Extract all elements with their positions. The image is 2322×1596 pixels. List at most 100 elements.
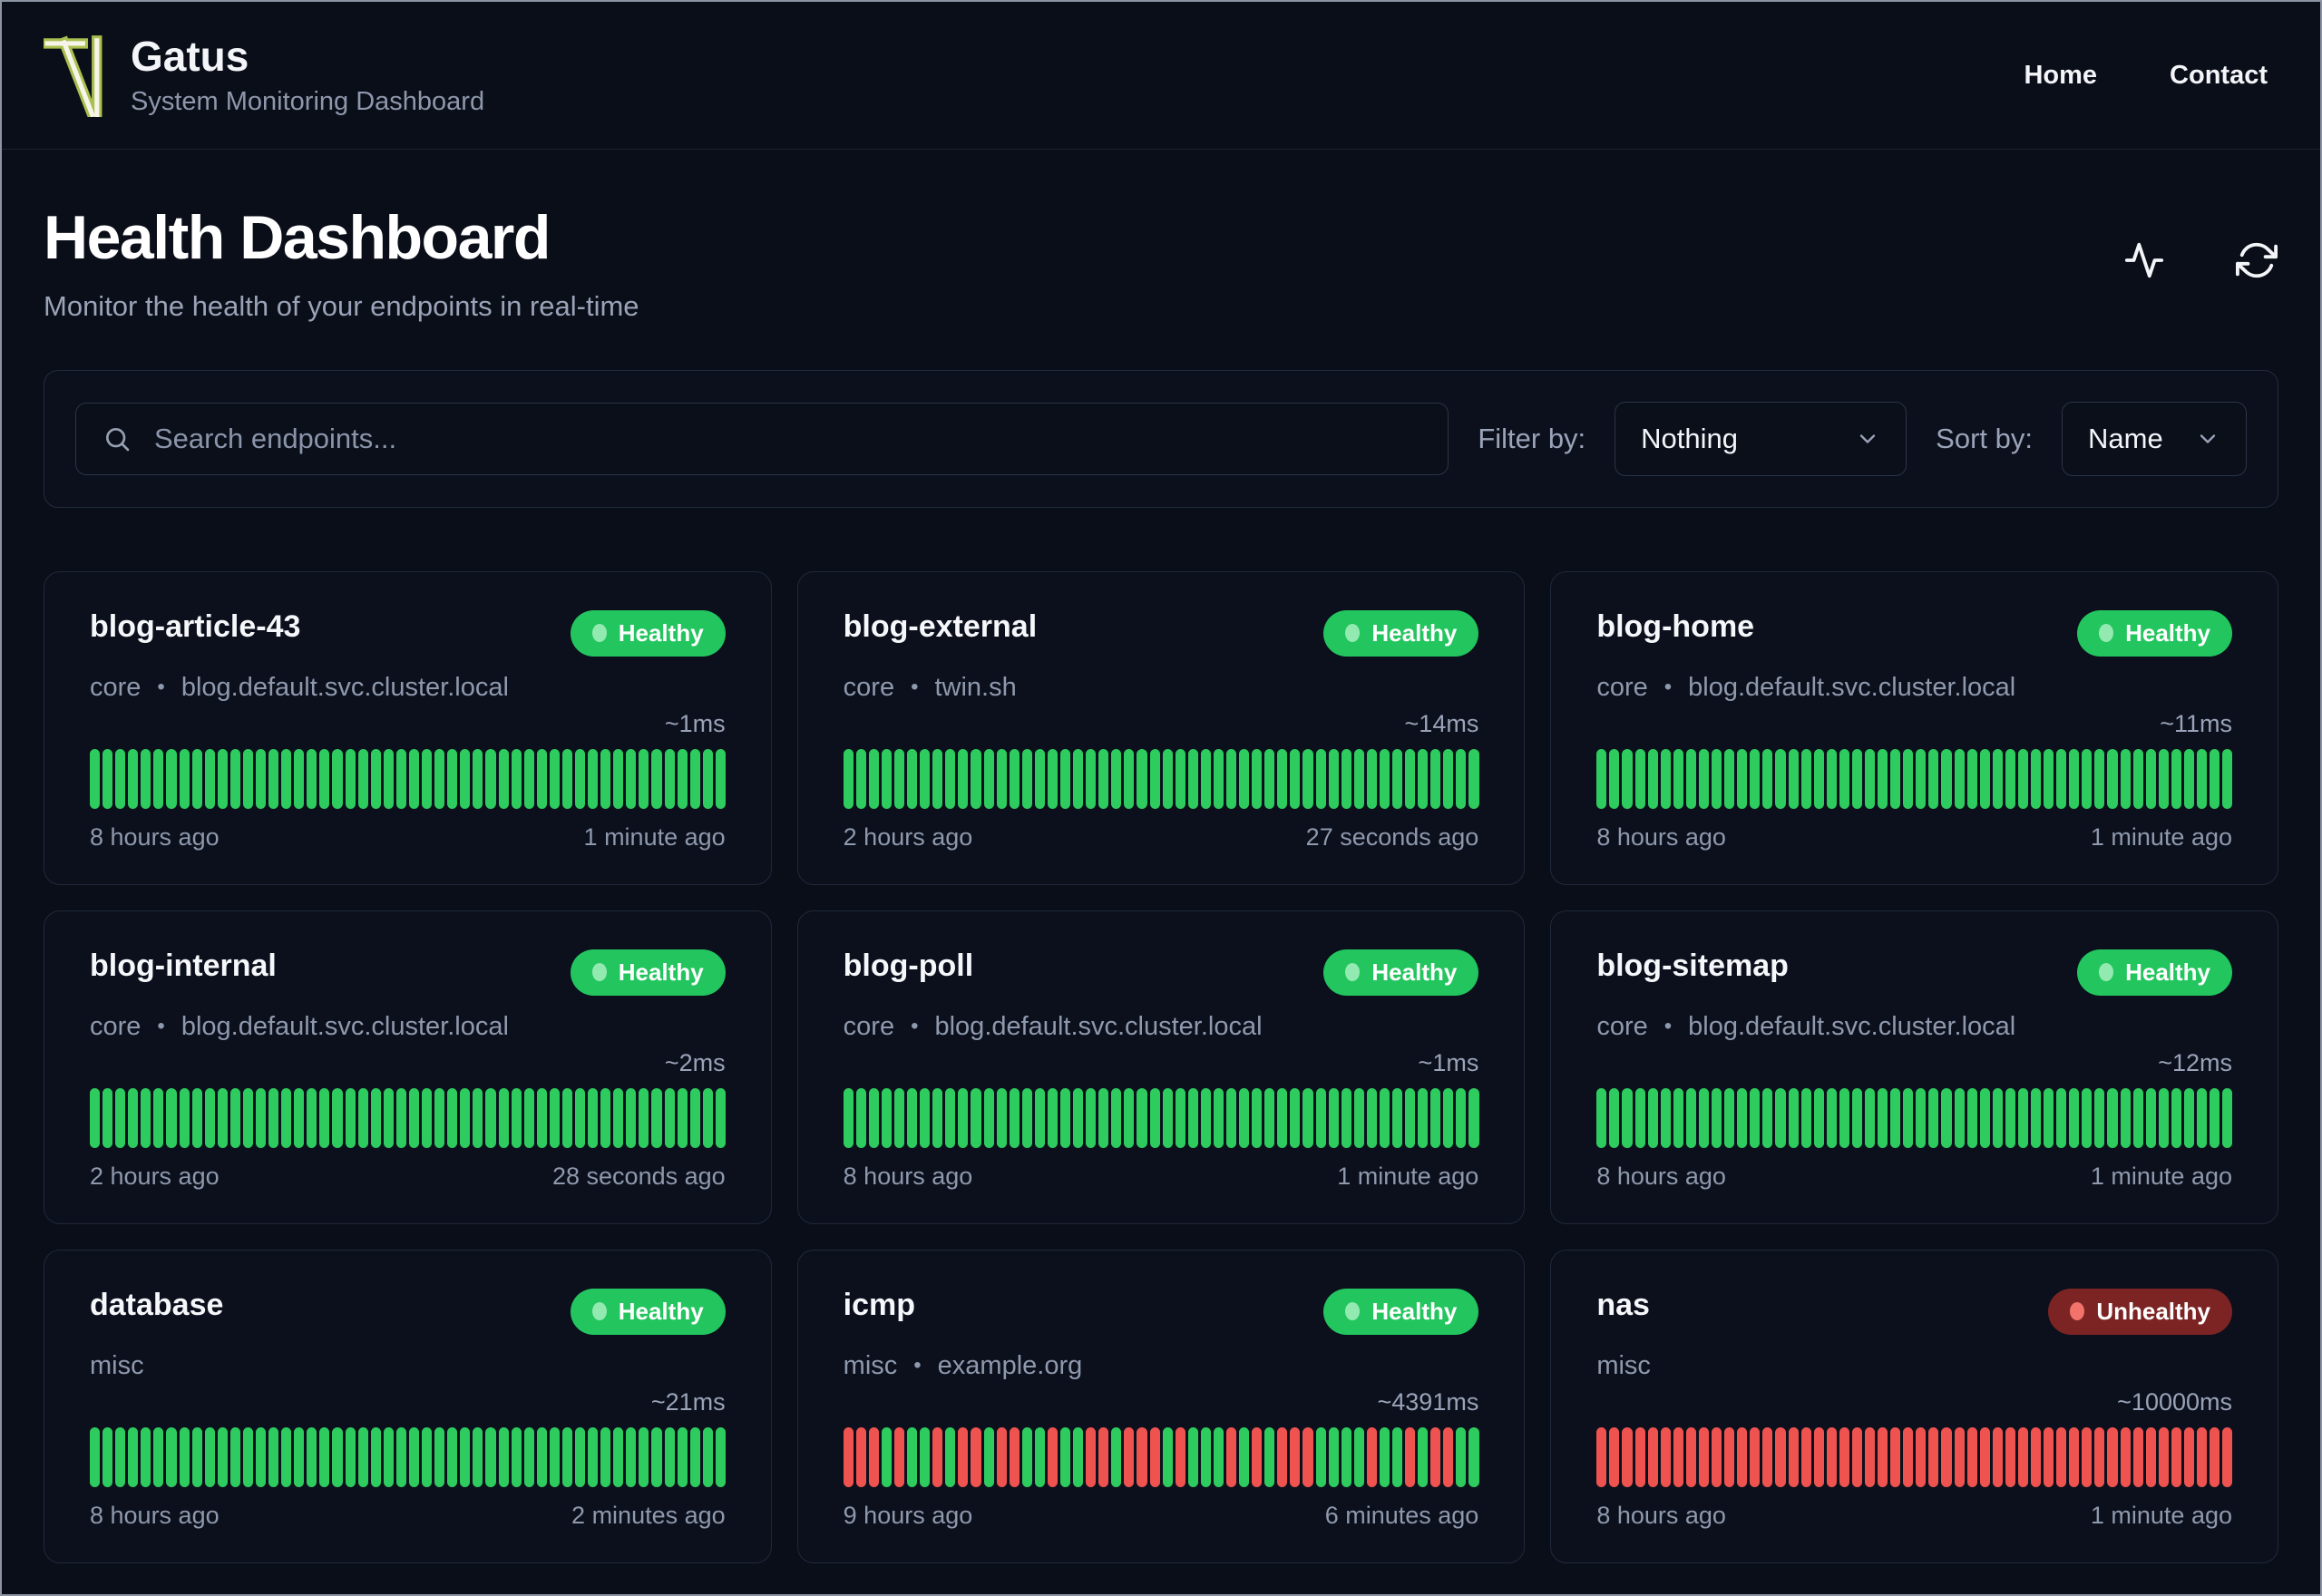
uptime-bar [434,748,445,809]
uptime-bar [2183,1426,2194,1487]
card-header: blog-external Healthy [844,609,1479,657]
uptime-bar [2069,1426,2080,1487]
uptime-bar [204,1087,215,1148]
uptime-bar [179,1087,190,1148]
uptime-bar [2183,748,2194,809]
uptime-bar [256,1087,267,1148]
uptime-bar [2222,1426,2233,1487]
uptime-bar [932,748,943,809]
oldest-timestamp: 8 hours ago [90,822,220,851]
uptime-bar [1277,1087,1288,1148]
uptime-bar [689,1087,700,1148]
endpoint-meta: core • blog.default.svc.cluster.local [844,1012,1479,1042]
uptime-bar [1341,1426,1351,1487]
endpoint-card[interactable]: blog-sitemap Healthy core • blog.default… [1550,910,2278,1224]
activity-button[interactable] [2122,238,2166,282]
oldest-timestamp: 8 hours ago [90,1501,220,1529]
uptime-bar [1954,748,1965,809]
uptime-bar [1290,748,1301,809]
uptime-bar [2094,1426,2105,1487]
uptime-bar [664,1426,675,1487]
uptime-bar [626,1426,637,1487]
uptime-bar [1252,748,1263,809]
uptime-bar [1073,1087,1084,1148]
uptime-bar [664,748,675,809]
uptime-bar [2210,1426,2220,1487]
uptime-bar [1200,1426,1211,1487]
uptime-bar [2044,748,2054,809]
uptime-bar [1685,748,1696,809]
uptime-bar [191,748,202,809]
endpoint-card[interactable]: blog-external Healthy core • twin.sh ~14… [796,570,1526,885]
uptime-bar [294,1426,305,1487]
uptime-bar [345,1087,356,1148]
activity-icon [2124,242,2164,278]
uptime-history-bars [90,1426,726,1487]
uptime-bar [1111,1087,1122,1148]
uptime-bar [1239,1087,1250,1148]
uptime-bar [332,1087,343,1148]
uptime-bar [677,748,688,809]
uptime-bar [2210,1087,2220,1148]
uptime-history-bars [90,1087,726,1148]
endpoint-card[interactable]: blog-home Healthy core • blog.default.sv… [1550,570,2278,885]
uptime-bar [958,1426,969,1487]
uptime-bar [256,1426,267,1487]
uptime-bar [2082,1426,2093,1487]
uptime-bar [881,1426,892,1487]
endpoint-meta: core • twin.sh [844,673,1479,703]
uptime-bar [2120,748,2131,809]
endpoint-card[interactable]: database Healthy misc ~21ms 8 hours ago … [44,1249,772,1563]
endpoint-card[interactable]: nas Unhealthy misc ~10000ms 8 hours ago … [1550,1249,2278,1563]
search-input[interactable] [75,402,1449,475]
uptime-bar [1175,748,1185,809]
uptime-bar [1379,748,1390,809]
uptime-bar [2094,748,2105,809]
endpoint-host: blog.default.svc.cluster.local [180,672,509,702]
uptime-bar [1290,1426,1301,1487]
endpoint-group: core [1596,672,1648,702]
endpoint-card[interactable]: blog-article-43 Healthy core • blog.defa… [44,570,772,885]
endpoint-meta: misc [1596,1351,2232,1381]
uptime-bar [357,748,368,809]
uptime-bar [256,748,267,809]
uptime-bar [1775,1087,1786,1148]
endpoint-card[interactable]: blog-internal Healthy core • blog.defaul… [44,910,772,1224]
uptime-bar [2030,1426,2042,1487]
uptime-bar [1826,1426,1837,1487]
nav-link-contact[interactable]: Contact [2170,61,2268,91]
uptime-bar [204,748,215,809]
uptime-bar [2107,1087,2118,1148]
uptime-bar [281,1087,292,1148]
uptime-bar [460,1426,471,1487]
uptime-bar [242,1426,254,1487]
uptime-bar [2056,1426,2067,1487]
nav-link-home[interactable]: Home [2024,61,2097,91]
uptime-bar [1187,1087,1198,1148]
refresh-button[interactable] [2235,238,2278,282]
uptime-bar [907,1087,918,1148]
uptime-bar [115,1426,126,1487]
status-badge: Unhealthy [2048,1288,2232,1335]
oldest-timestamp: 9 hours ago [843,1501,973,1529]
filter-select[interactable]: Nothing [1615,401,1907,476]
uptime-bar [179,748,190,809]
endpoint-name: icmp [843,1287,916,1322]
time-range: 8 hours ago 1 minute ago [90,823,726,852]
uptime-bar [395,1087,406,1148]
endpoint-card[interactable]: icmp Healthy misc • example.org ~4391ms … [796,1249,1526,1563]
sort-select[interactable]: Name [2062,401,2247,476]
uptime-bar [90,748,101,809]
endpoint-card[interactable]: blog-poll Healthy core • blog.default.sv… [796,910,1526,1224]
endpoint-meta: core • blog.default.svc.cluster.local [1596,1012,2232,1042]
uptime-bar [1979,1426,1990,1487]
uptime-bar [2056,748,2067,809]
uptime-bar [229,1087,240,1148]
uptime-bar [1405,748,1416,809]
uptime-bar [1724,748,1735,809]
uptime-bar [1928,1426,1939,1487]
endpoint-meta: core • blog.default.svc.cluster.local [90,673,726,703]
uptime-bar [1750,748,1761,809]
uptime-bar [2210,748,2220,809]
endpoint-group: misc [1596,1350,1651,1380]
